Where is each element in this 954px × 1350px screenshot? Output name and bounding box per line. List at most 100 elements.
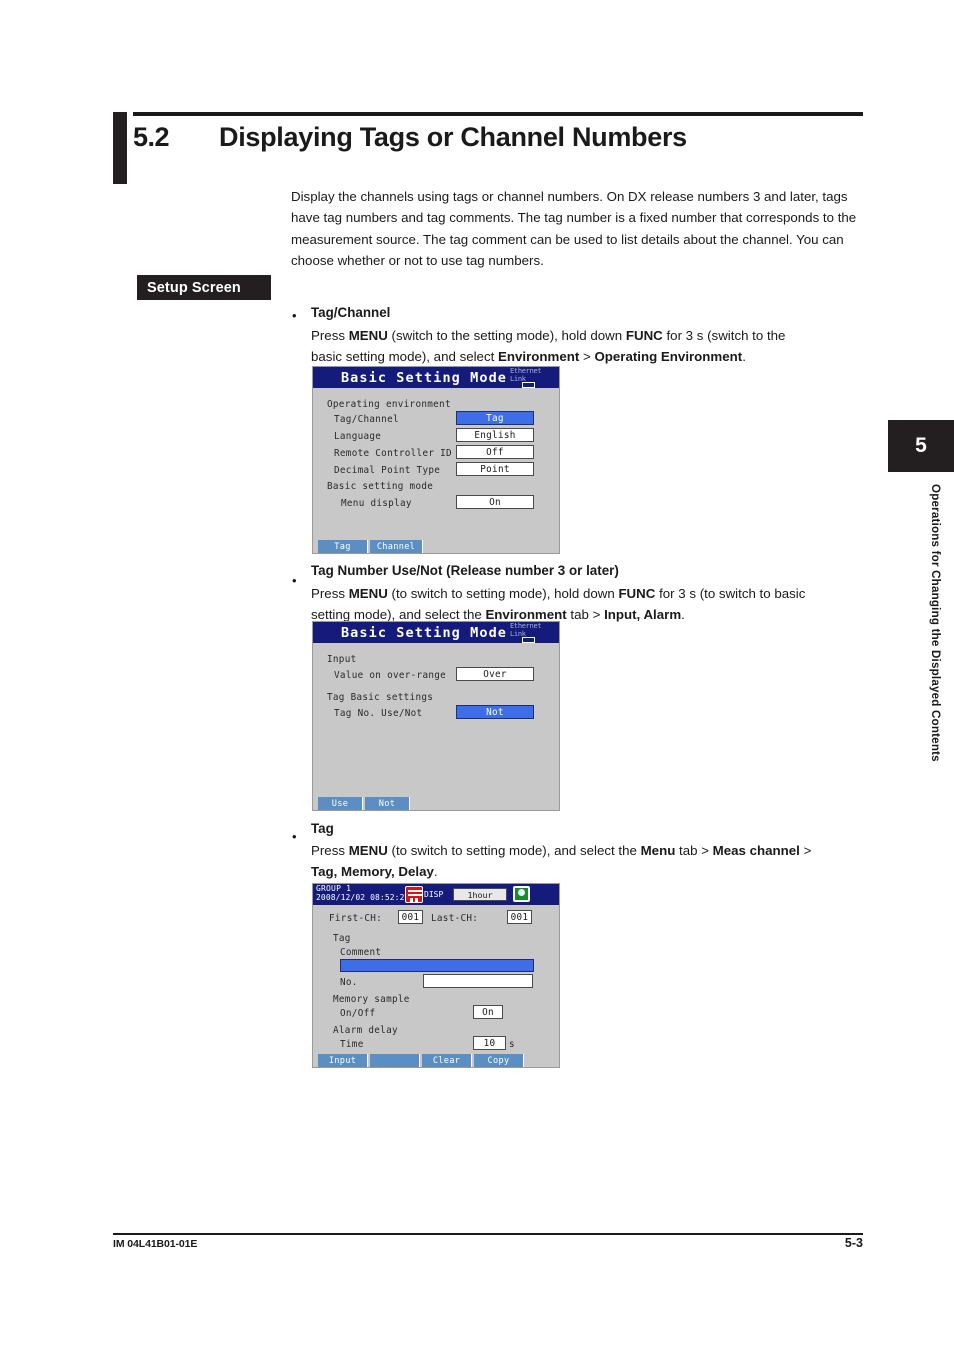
screen3-onoff-label: On/Off <box>340 1008 376 1019</box>
bullet-body-2: Press MENU (to switch to setting mode), … <box>311 583 881 626</box>
device-screenshot-input-alarm: Basic Setting Mode Ethernet Link Input V… <box>312 621 560 811</box>
screen3-datetime: 2008/12/02 08:52:21 <box>316 893 410 902</box>
screen3-last-ch-value[interactable]: 001 <box>507 910 532 924</box>
screen3-softkey-3[interactable]: Copy <box>474 1054 524 1067</box>
b2-l1a: Press <box>311 586 349 601</box>
footer-page-number: 5-3 <box>844 1236 863 1250</box>
memory-recording-icon <box>405 886 423 903</box>
screen3-first-ch-label: First-CH: <box>329 913 383 924</box>
screen2-row2-value-0[interactable]: Not <box>456 705 534 719</box>
title-rule <box>133 112 863 116</box>
screen1-group-heading: Operating environment <box>327 399 451 410</box>
screen1-row2-value-0[interactable]: On <box>456 495 534 509</box>
b1-l1e: for 3 s (switch to the <box>662 328 786 343</box>
screen3-body: First-CH: 001 Last-CH: 001 Tag Comment N… <box>313 905 559 1067</box>
screen3-softkey-2[interactable]: Clear <box>422 1054 472 1067</box>
screen3-disp-label: DISP <box>424 890 444 899</box>
bullet-body-3: Press MENU (to switch to setting mode), … <box>311 840 881 883</box>
b1-l1a: Press <box>311 328 349 343</box>
screen1-title: Basic Setting Mode <box>340 369 508 386</box>
screen2-softkey-1[interactable]: Not <box>365 797 410 810</box>
b3-l1g: > <box>799 843 812 858</box>
screen3-first-ch-value[interactable]: 001 <box>398 910 423 924</box>
screen3-comment-input[interactable] <box>340 959 534 972</box>
b2-l2e: . <box>681 607 685 623</box>
screen1-body: Operating environment Tag/Channel Tag La… <box>313 388 559 553</box>
screen1-row-label-3: Decimal Point Type <box>334 465 441 476</box>
screen1-softkey-1[interactable]: Channel <box>370 540 423 553</box>
screen2-group-heading: Input <box>327 654 357 665</box>
bullet-heading-2: Tag Number Use/Not (Release number 3 or … <box>311 563 619 578</box>
footer-rule <box>113 1233 863 1235</box>
screen3-span-value[interactable]: 1hour <box>453 888 507 901</box>
ethernet-link-icon: Ethernet Link <box>510 622 556 638</box>
screen3-memory-heading: Memory sample <box>333 994 410 1005</box>
device-screenshot-operating-environment: Basic Setting Mode Ethernet Link Operati… <box>312 366 560 554</box>
screen2-row-value-0[interactable]: Over <box>456 667 534 681</box>
screen3-softkey-0[interactable]: Input <box>318 1054 368 1067</box>
screen2-body: Input Value on over-range Over Tag Basic… <box>313 643 559 810</box>
screen3-time-value[interactable]: 10 <box>473 1036 506 1050</box>
b3-l1f: Meas channel <box>712 843 800 858</box>
b1-l2e: . <box>742 349 746 365</box>
screen1-row-value-2[interactable]: Off <box>456 445 534 459</box>
b1-l2a: basic setting mode), and select <box>311 349 498 365</box>
screen1-row-label-1: Language <box>334 431 382 442</box>
screen2-row2-label-0: Tag No. Use/Not <box>334 708 423 719</box>
screen3-alarm-heading: Alarm delay <box>333 1025 398 1036</box>
screen3-softkey-bar: Input Clear Copy <box>313 1054 559 1067</box>
screen3-time-label: Time <box>340 1039 364 1050</box>
bullet-marker-3: • <box>292 829 297 844</box>
b2-l1d: FUNC <box>618 586 656 601</box>
b1-l2b: Environment <box>498 349 580 365</box>
screen3-last-ch-label: Last-CH: <box>431 913 479 924</box>
bullet-body-1: Press MENU (switch to the setting mode),… <box>311 325 881 368</box>
screen3-onoff-value[interactable]: On <box>473 1005 503 1019</box>
b3-l1c: (to switch to setting mode), and select … <box>387 843 641 858</box>
bullet-marker-2: • <box>292 573 297 588</box>
chapter-accent-bar <box>113 112 127 184</box>
screen1-row2-label-0: Menu display <box>341 498 412 509</box>
screen1-softkey-0[interactable]: Tag <box>318 540 368 553</box>
chapter-side-title: Operations for Changing the Displayed Co… <box>929 484 942 762</box>
bullet-heading-1: Tag/Channel <box>311 305 391 320</box>
b3-l2a: Tag, Memory, Delay <box>311 864 434 880</box>
page-title: Displaying Tags or Channel Numbers <box>219 122 687 152</box>
screen1-softkey-bar: Tag Channel <box>313 540 559 553</box>
screen2-group-heading-2: Tag Basic settings <box>327 692 434 703</box>
screen1-row-value-3[interactable]: Point <box>456 462 534 476</box>
b1-l1b: MENU <box>348 328 388 343</box>
screen1-row-value-0[interactable]: Tag <box>456 411 534 425</box>
screen1-row-label-2: Remote Controller ID <box>334 448 452 459</box>
display-status-icon <box>513 886 530 902</box>
footer-manual-code: IM 04L41B01-01E <box>113 1238 198 1250</box>
screen3-no-label: No. <box>340 977 358 988</box>
screen3-tag-heading: Tag <box>333 933 351 944</box>
chapter-tab: 5 <box>888 420 954 472</box>
screen3-comment-label: Comment <box>340 947 382 958</box>
screen2-softkey-bar: Use Not <box>313 797 559 810</box>
b3-l2e: . <box>433 864 438 880</box>
screen2-title: Basic Setting Mode <box>340 624 508 641</box>
screen3-time-unit: s <box>509 1039 515 1050</box>
ethernet-link-icon: Ethernet Link <box>510 367 556 383</box>
b3-l1e: tab > <box>675 843 713 858</box>
b1-l2d: Operating Environment <box>594 349 743 365</box>
b2-l1e: for 3 s (to switch to basic <box>655 586 806 601</box>
bullet-marker-1: • <box>292 308 297 323</box>
screen1-row-label-0: Tag/Channel <box>334 414 399 425</box>
b3-l1d: Menu <box>640 843 676 858</box>
b2-l2d: Input, Alarm <box>604 607 682 623</box>
b3-l1b: MENU <box>348 843 388 858</box>
b1-l1c: (switch to the setting mode), hold down <box>387 328 626 343</box>
screen1-row-value-1[interactable]: English <box>456 428 534 442</box>
b2-l2c: tab > <box>566 607 605 623</box>
screen3-no-input[interactable] <box>423 974 533 988</box>
b1-l2c: > <box>579 349 595 365</box>
bullet-heading-3: Tag <box>311 821 334 836</box>
setup-screen-badge: Setup Screen <box>137 275 271 300</box>
screen3-group-label: GROUP 1 <box>316 884 352 893</box>
screen3-softkey-1[interactable] <box>370 1054 420 1067</box>
screen2-softkey-0[interactable]: Use <box>318 797 363 810</box>
b3-l1a: Press <box>311 843 349 858</box>
